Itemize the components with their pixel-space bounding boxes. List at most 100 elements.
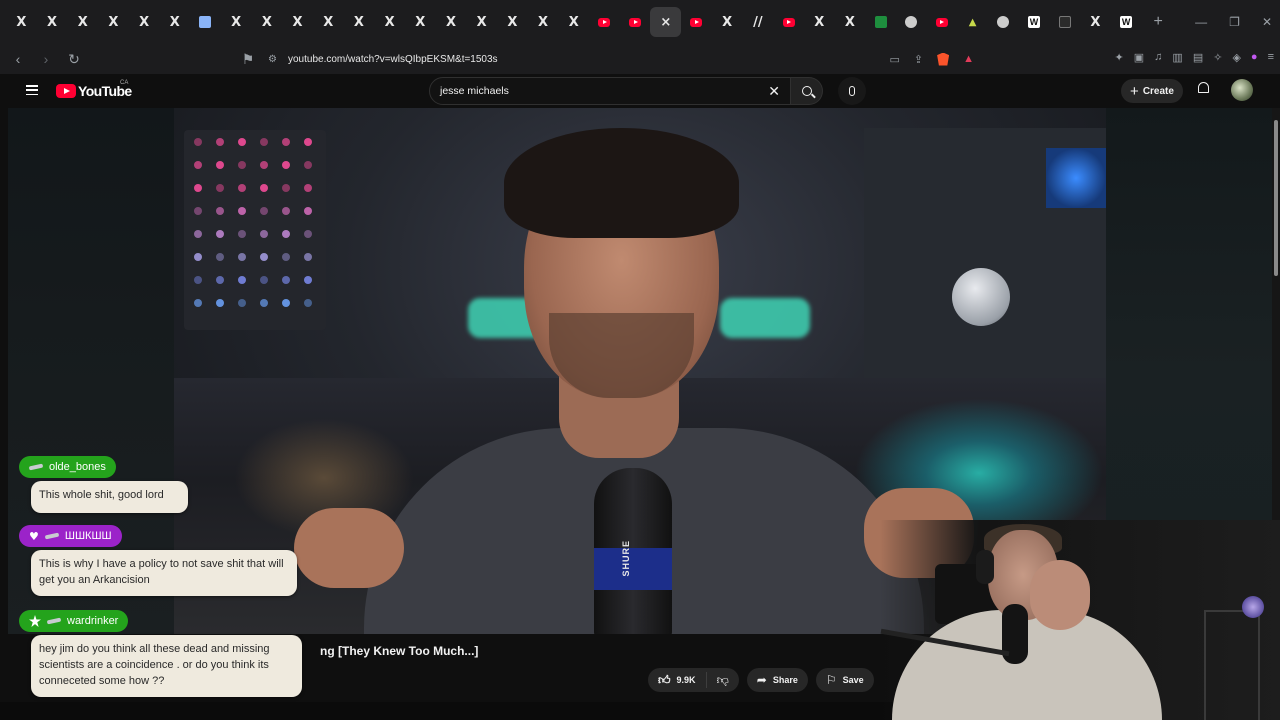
reload-icon[interactable]: ↻ [64, 49, 84, 69]
browser-tab[interactable]: X [344, 7, 375, 37]
browser-tab[interactable] [988, 7, 1019, 37]
chat-message-text: hey jim do you think all these dead and … [39, 643, 270, 687]
browser-tab[interactable]: X [282, 7, 313, 37]
tab-search-icon[interactable]: ▣ [1134, 51, 1144, 64]
browser-tab[interactable] [1049, 7, 1080, 37]
channel-logo-icon [1242, 596, 1264, 618]
restore-icon[interactable]: ❐ [1229, 15, 1240, 29]
browser-tab[interactable] [896, 7, 927, 37]
led-light [238, 230, 246, 238]
ai-icon[interactable]: ✧ [1213, 51, 1222, 64]
browser-tab[interactable] [190, 7, 221, 37]
avatar[interactable] [1231, 79, 1253, 101]
browser-tab[interactable]: × [650, 7, 682, 37]
browser-tab[interactable]: ▲ [957, 7, 988, 37]
cast-icon[interactable]: ▭ [889, 53, 899, 66]
led-light [216, 184, 224, 192]
voice-search-button[interactable] [838, 77, 866, 105]
search-button[interactable] [791, 77, 823, 105]
save-button[interactable]: ⚐ Save [815, 668, 874, 692]
like-dislike-group: 👍︎ 9.9K 👎︎ [648, 668, 739, 692]
led-light [238, 276, 246, 284]
browser-tab[interactable]: X [712, 7, 743, 37]
browser-tab[interactable]: X [37, 7, 68, 37]
browser-tab[interactable]: X [159, 7, 190, 37]
minimize-icon[interactable]: — [1195, 15, 1207, 29]
browser-tab[interactable]: X [374, 7, 405, 37]
browser-tab[interactable]: X [313, 7, 344, 37]
globe-icon [997, 16, 1010, 28]
new-tab-button[interactable]: + [1153, 13, 1162, 31]
browser-tab[interactable]: X [67, 7, 98, 37]
led-light [282, 138, 290, 146]
browser-tab[interactable] [773, 7, 804, 37]
plus-icon: + [1130, 82, 1139, 100]
sidebar-icon[interactable]: ▥ [1172, 51, 1182, 64]
create-button[interactable]: + Create [1121, 79, 1183, 103]
brave-rewards-icon[interactable]: ▲ [963, 53, 974, 65]
forward-icon[interactable]: › [36, 49, 56, 69]
wallet-icon[interactable]: ▤ [1193, 51, 1203, 64]
led-light [238, 138, 246, 146]
browser-tab[interactable]: X [804, 7, 835, 37]
video-title[interactable]: ng [They Knew Too Much...] [320, 644, 478, 658]
notifications-bell-icon[interactable] [1196, 82, 1210, 96]
browser-tab[interactable] [865, 7, 896, 37]
browser-tab[interactable]: X [405, 7, 436, 37]
browser-tab[interactable]: X [6, 7, 37, 37]
search-value: jesse michaels [440, 85, 509, 97]
led-light [216, 207, 224, 215]
led-light [282, 299, 290, 307]
browser-tab[interactable]: X [1080, 7, 1111, 37]
x-logo-icon: X [353, 14, 364, 30]
share-button[interactable]: ➦ Share [746, 668, 808, 692]
browser-tab[interactable]: W [1019, 7, 1050, 37]
browser-tab[interactable]: X [129, 7, 160, 37]
sword-badge-icon [28, 463, 44, 471]
bookmark-icon[interactable]: ⚑ [238, 49, 258, 69]
like-button[interactable]: 👍︎ 9.9K [648, 672, 707, 688]
scrollbar-thumb[interactable] [1274, 120, 1278, 276]
search-icon [801, 86, 812, 96]
dislike-button[interactable]: 👎︎ [707, 673, 739, 688]
browser-tab[interactable]: X [528, 7, 559, 37]
browser-tab[interactable]: W [1111, 7, 1142, 37]
browser-tab[interactable]: // [743, 7, 774, 37]
browser-tab[interactable] [927, 7, 958, 37]
host-hair [504, 128, 739, 238]
chat-message-text: This is why I have a policy to not save … [39, 558, 284, 586]
spreadsheet-icon [874, 16, 887, 28]
browser-tab[interactable]: X [466, 7, 497, 37]
browser-tab[interactable]: X [558, 7, 589, 37]
extensions-icon[interactable]: ✦ [1115, 51, 1124, 64]
led-light [260, 184, 268, 192]
browser-tab[interactable] [589, 7, 620, 37]
share-page-icon[interactable]: ⇪ [914, 53, 923, 66]
clear-search-icon[interactable]: ✕ [768, 83, 780, 100]
browser-tab[interactable]: X [221, 7, 252, 37]
led-light [282, 230, 290, 238]
search-input[interactable]: jesse michaels ✕ [429, 77, 791, 105]
url-field[interactable]: ⚙ youtube.com/watch?v=wlsQIbpEKSM&t=1503… [262, 48, 984, 70]
browser-tab[interactable] [620, 7, 651, 37]
site-settings-icon[interactable]: ⚙ [268, 54, 277, 65]
browser-tab[interactable]: X [835, 7, 866, 37]
browser-tab[interactable]: X [497, 7, 528, 37]
menu-icon[interactable]: ≡ [1268, 51, 1274, 64]
country-code: CA [120, 80, 129, 86]
hamburger-menu-icon[interactable] [26, 85, 38, 95]
leo-icon[interactable]: ● [1251, 51, 1258, 64]
triangle-logo-icon: ▲ [968, 16, 977, 28]
browser-tab[interactable] [681, 7, 712, 37]
vpn-icon[interactable]: ◈ [1232, 51, 1240, 64]
close-window-icon[interactable]: ✕ [1262, 15, 1272, 29]
browser-tab[interactable]: X [98, 7, 129, 37]
browser-tab[interactable]: X [436, 7, 467, 37]
address-bar: ‹ › ↻ ⚑ ⚙ youtube.com/watch?v=wlsQIbpEKS… [0, 44, 1280, 74]
media-icon[interactable]: ♫ [1154, 51, 1162, 64]
browser-tab-strip: X X X X X X X X X X X X X X X X X X × X // X X ▲ W X W + [0, 0, 1280, 44]
brave-shield-icon[interactable] [937, 52, 950, 66]
led-light [216, 230, 224, 238]
browser-tab[interactable]: X [252, 7, 283, 37]
back-icon[interactable]: ‹ [8, 49, 28, 69]
